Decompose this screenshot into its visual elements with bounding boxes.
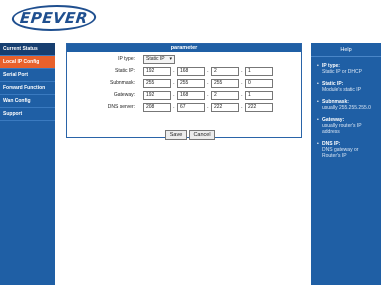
parameter-panel: parameter IP type: Static IP ▾ Static IP… — [66, 43, 302, 138]
octet-separator: . — [241, 104, 243, 110]
ip-type-label: IP type: — [118, 56, 135, 62]
help-item-desc: Module's static IP — [322, 87, 362, 93]
subnet-mask-octet-3[interactable]: 255 — [211, 79, 239, 88]
static-ip-octet-1[interactable]: 192 — [143, 67, 171, 76]
sidebar-item-wan-config[interactable]: Wan Config — [0, 95, 55, 108]
octet-separator: . — [241, 80, 243, 86]
dns-server-label: DNS server: — [107, 104, 135, 110]
gateway-octet-3[interactable]: 2 — [211, 91, 239, 100]
dns-server-octet-3[interactable]: 222 — [211, 103, 239, 112]
octet-separator: . — [207, 80, 209, 86]
help-item-gateway: Gateway: usually router's IP address — [317, 117, 378, 135]
sidebar-item-support[interactable]: Support — [0, 108, 55, 121]
help-item-ip-type: IP type: Static IP or DHCP — [317, 63, 378, 75]
dns-server-octet-4[interactable]: 222 — [245, 103, 273, 112]
subnet-mask-label: Subnmask: — [109, 80, 135, 86]
gateway-octet-1[interactable]: 192 — [143, 91, 171, 100]
sidebar-item-current-status[interactable]: Current Status — [0, 43, 55, 56]
help-panel: Help IP type: Static IP or DHCP Static I… — [311, 43, 381, 285]
static-ip-octet-2[interactable]: 168 — [177, 67, 205, 76]
octet-separator: . — [173, 68, 175, 74]
help-title: Help — [311, 43, 381, 57]
static-ip-row: Static IP: 192 . 168 . 2 . 1 — [67, 67, 301, 76]
brand-logo: EPEVER — [8, 5, 100, 31]
sidebar-item-forward-function[interactable]: Forward Function — [0, 82, 55, 95]
gateway-octet-2[interactable]: 168 — [177, 91, 205, 100]
save-button[interactable]: Save — [165, 130, 187, 140]
subnet-mask-octet-4[interactable]: 0 — [245, 79, 273, 88]
help-item-desc: usually 255.255.255.0 — [322, 105, 371, 111]
octet-separator: . — [173, 104, 175, 110]
help-item-desc: usually router's IP address — [322, 123, 362, 135]
octet-separator: . — [207, 92, 209, 98]
octet-separator: . — [241, 92, 243, 98]
chevron-down-icon: ▾ — [169, 56, 172, 62]
ip-type-row: IP type: Static IP ▾ — [67, 55, 301, 64]
dns-server-row: DNS server: 208 . 67 . 222 . 222 — [67, 103, 301, 112]
gateway-label: Gateway: — [113, 92, 135, 98]
brand-logo-text: EPEVER — [19, 9, 89, 27]
ip-type-value: Static IP — [146, 56, 165, 62]
help-list: IP type: Static IP or DHCP Static IP: Mo… — [311, 57, 381, 159]
dns-server-octet-2[interactable]: 67 — [177, 103, 205, 112]
sidebar: Current Status Local IP Config Serial Po… — [0, 43, 55, 285]
sidebar-item-serial-port[interactable]: Serial Port — [0, 69, 55, 82]
help-item-desc: DNS gateway or Router's IP — [322, 147, 359, 159]
sidebar-item-local-ip-config[interactable]: Local IP Config — [0, 56, 55, 69]
static-ip-octet-3[interactable]: 2 — [211, 67, 239, 76]
ip-type-select[interactable]: Static IP ▾ — [143, 55, 175, 64]
dns-server-octet-1[interactable]: 208 — [143, 103, 171, 112]
static-ip-label: Static IP: — [114, 68, 135, 74]
subnet-mask-octet-2[interactable]: 255 — [177, 79, 205, 88]
header: EPEVER — [0, 0, 381, 38]
cancel-button[interactable]: Cancel — [189, 130, 215, 140]
octet-separator: . — [207, 68, 209, 74]
gateway-row: Gateway: 192 . 168 . 2 . 1 — [67, 91, 301, 100]
octet-separator: . — [173, 80, 175, 86]
subnet-mask-octet-1[interactable]: 255 — [143, 79, 171, 88]
octet-separator: . — [173, 92, 175, 98]
subnet-mask-row: Subnmask: 255 . 255 . 255 . 0 — [67, 79, 301, 88]
help-item-subnet-mask: Subnmask: usually 255.255.255.0 — [317, 99, 378, 111]
octet-separator: . — [241, 68, 243, 74]
static-ip-octet-4[interactable]: 1 — [245, 67, 273, 76]
octet-separator: . — [207, 104, 209, 110]
help-item-dns-ip: DNS IP: DNS gateway or Router's IP — [317, 141, 378, 159]
gateway-octet-4[interactable]: 1 — [245, 91, 273, 100]
help-item-static-ip: Static IP: Module's static IP — [317, 81, 378, 93]
help-item-desc: Static IP or DHCP — [322, 69, 362, 75]
panel-title: parameter — [67, 44, 301, 52]
